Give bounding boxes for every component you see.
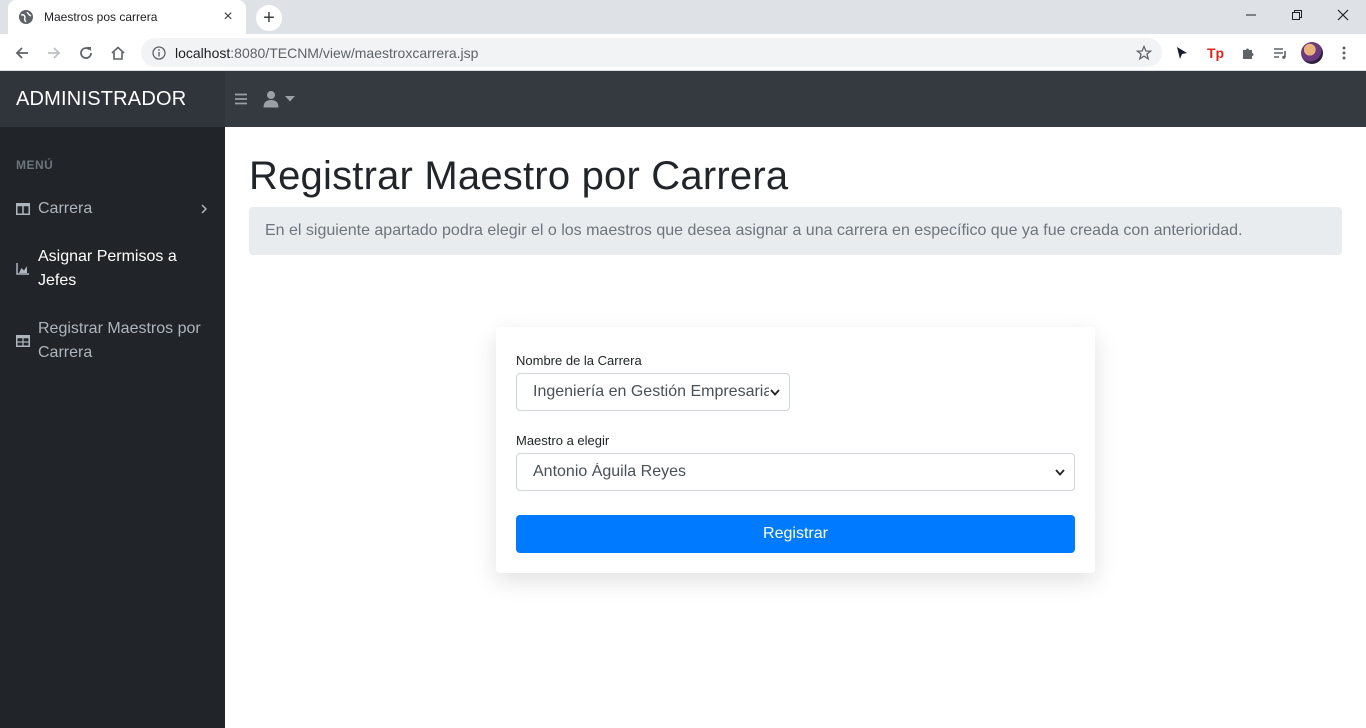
sidebar-heading: MENÚ bbox=[16, 158, 54, 172]
page-title: Registrar Maestro por Carrera bbox=[249, 154, 789, 198]
minimize-icon[interactable] bbox=[1228, 0, 1274, 30]
user-icon bbox=[263, 90, 279, 108]
registrar-button[interactable]: Registrar bbox=[516, 515, 1075, 553]
registrar-button-label: Registrar bbox=[763, 525, 828, 542]
caret-down-icon bbox=[285, 96, 295, 102]
table-icon bbox=[16, 334, 30, 348]
browser-tab[interactable]: Maestros pos carrera × bbox=[8, 0, 246, 34]
cursor-extension-icon[interactable] bbox=[1168, 39, 1196, 67]
close-tab-icon[interactable]: × bbox=[220, 9, 236, 25]
sidebar-item-registrar-maestros[interactable]: Registrar Maestros por Carrera bbox=[0, 317, 225, 365]
url-text[interactable]: localhost:8080/TECNM/view/maestroxcarrer… bbox=[175, 45, 1130, 61]
chevron-down-icon bbox=[769, 386, 781, 398]
url-host: localhost bbox=[175, 44, 231, 61]
browser-toolbar: localhost:8080/TECNM/view/maestroxcarrer… bbox=[0, 34, 1366, 71]
profile-avatar[interactable] bbox=[1298, 39, 1326, 67]
sidebar: MENÚ Carrera Asignar Permisos a Jefes Re… bbox=[0, 127, 225, 728]
columns-icon bbox=[16, 202, 30, 216]
extensions-puzzle-icon[interactable] bbox=[1234, 39, 1262, 67]
media-queue-icon[interactable] bbox=[1266, 39, 1294, 67]
chevron-down-icon bbox=[1054, 466, 1066, 478]
sidebar-item-label: Carrera bbox=[38, 200, 93, 217]
tab-title: Maestros pos carrera bbox=[44, 10, 158, 24]
chart-area-icon bbox=[16, 262, 30, 276]
globe-icon bbox=[18, 9, 34, 25]
carrera-select-value: Ingeniería en Gestión Empresarial bbox=[533, 383, 769, 400]
registration-form-card: Nombre de la Carrera Ingeniería en Gesti… bbox=[496, 327, 1095, 573]
sidebar-item-carrera[interactable]: Carrera bbox=[0, 197, 225, 221]
close-window-icon[interactable] bbox=[1320, 0, 1366, 30]
carrera-select[interactable]: Ingeniería en Gestión Empresarial bbox=[516, 373, 790, 411]
sidebar-toggle-icon[interactable] bbox=[233, 89, 249, 109]
new-tab-button[interactable]: + bbox=[256, 5, 282, 31]
brand-text: ADMINISTRADOR bbox=[16, 87, 187, 110]
maestro-select[interactable]: Antonio Águila Reyes bbox=[516, 453, 1075, 491]
back-arrow-icon[interactable] bbox=[8, 39, 36, 67]
user-dropdown[interactable] bbox=[263, 89, 299, 109]
site-info-icon[interactable] bbox=[151, 45, 167, 61]
top-navbar bbox=[225, 71, 1366, 127]
sidebar-item-label: Registrar Maestros por Carrera bbox=[38, 320, 201, 361]
url-path: :8080/TECNM/view/maestroxcarrera.jsp bbox=[230, 44, 479, 61]
browser-tabstrip: Maestros pos carrera × + bbox=[0, 0, 1366, 34]
main-content: Registrar Maestro por Carrera En el sigu… bbox=[225, 127, 1366, 728]
tp-extension-icon[interactable]: Tp bbox=[1202, 39, 1230, 67]
svg-text:Tp: Tp bbox=[1207, 45, 1224, 61]
reload-icon[interactable] bbox=[72, 39, 100, 67]
more-options-icon[interactable] bbox=[1330, 39, 1358, 67]
address-bar[interactable]: localhost:8080/TECNM/view/maestroxcarrer… bbox=[141, 38, 1162, 67]
home-icon[interactable] bbox=[104, 39, 132, 67]
sidebar-item-label: Asignar Permisos a Jefes bbox=[38, 248, 177, 289]
maestro-label: Maestro a elegir bbox=[516, 433, 610, 448]
restore-icon[interactable] bbox=[1274, 0, 1320, 30]
sidebar-item-asignar-permisos[interactable]: Asignar Permisos a Jefes bbox=[0, 245, 225, 293]
carrera-label: Nombre de la Carrera bbox=[516, 353, 642, 368]
chevron-right-icon bbox=[199, 197, 209, 221]
navbar-brand[interactable]: ADMINISTRADOR bbox=[0, 71, 225, 127]
bookmark-star-icon[interactable] bbox=[1130, 39, 1158, 67]
maestro-select-value: Antonio Águila Reyes bbox=[533, 463, 686, 480]
forward-arrow-icon[interactable] bbox=[40, 39, 68, 67]
description-text: En el siguiente apartado podra elegir el… bbox=[265, 222, 1243, 239]
description-banner: En el siguiente apartado podra elegir el… bbox=[249, 207, 1342, 255]
